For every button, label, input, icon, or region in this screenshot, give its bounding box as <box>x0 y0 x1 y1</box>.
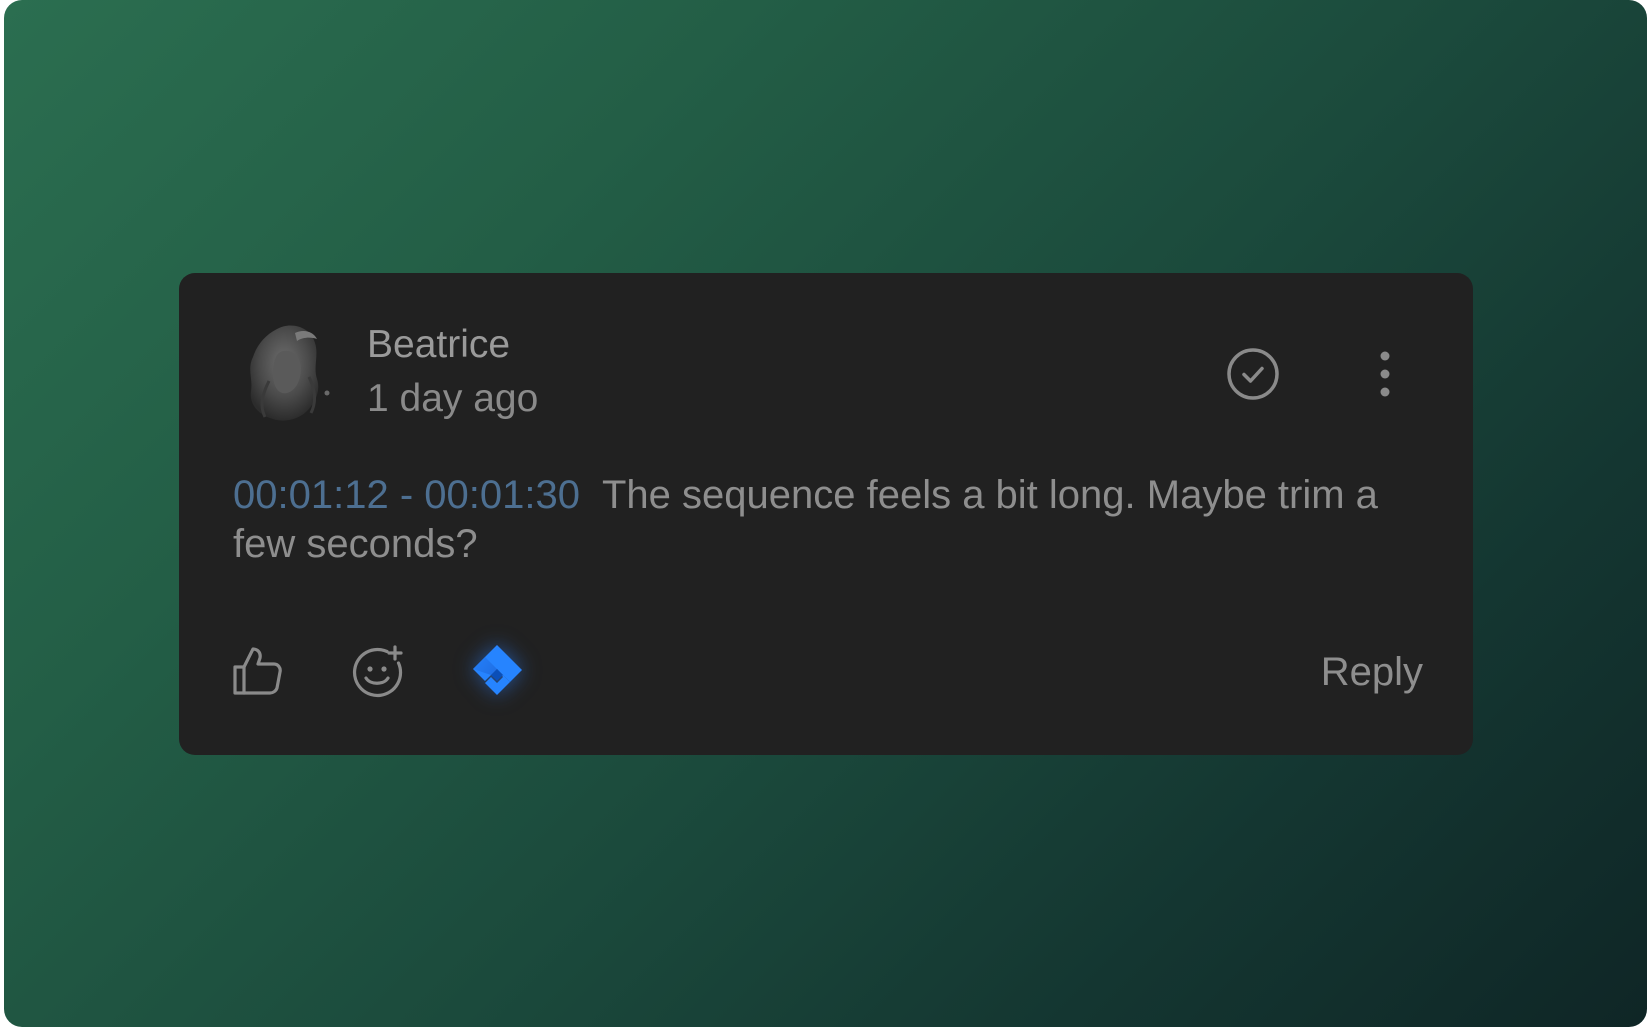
check-circle-icon <box>1227 348 1279 400</box>
comment-timestamp: 1 day ago <box>367 377 539 420</box>
avatar-image <box>250 325 330 421</box>
comment-body: 00:01:12 - 00:01:30 The sequence feels a … <box>233 471 1433 569</box>
app-background: Beatrice 1 day ago 00:01:12 - 00:01:30 Th… <box>4 0 1647 1027</box>
timecode-link[interactable]: 00:01:12 - 00:01:30 <box>233 473 580 517</box>
add-emoji-icon <box>352 645 403 698</box>
resolve-button[interactable] <box>1225 346 1281 402</box>
jira-button[interactable] <box>469 643 525 699</box>
reply-button[interactable]: Reply <box>1321 650 1423 695</box>
author-name: Beatrice <box>367 323 511 366</box>
more-options-button[interactable] <box>1375 348 1395 400</box>
comment-card: Beatrice 1 day ago 00:01:12 - 00:01:30 Th… <box>179 273 1473 755</box>
avatar <box>239 321 335 425</box>
more-vertical-icon <box>1380 351 1390 397</box>
like-button[interactable] <box>231 645 283 697</box>
add-reaction-button[interactable] <box>351 645 405 699</box>
jira-icon <box>473 645 522 695</box>
thumbs-up-icon <box>233 647 282 695</box>
